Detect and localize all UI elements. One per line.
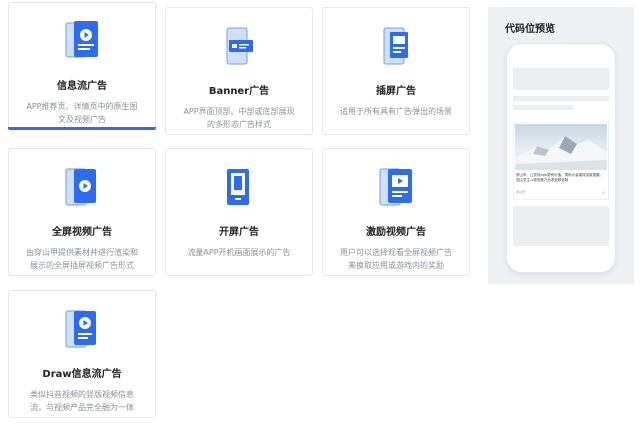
card-description: 用户可以选择观看全屏视频广告 来换取应用或游戏内的奖励 [340,248,452,270]
card-title: Draw信息流广告 [42,369,122,380]
phone-preview: 穿山甲，让变现app更有价值。携码计量增特加新更趣，回山意生-v提测推万此收费顾… [506,43,616,273]
phone-feed-video-icon [64,21,100,61]
phone-fullscreen-video-icon [64,167,100,207]
card-description: 由穿山甲提供素材并进行渲染和 展示的全屏插屏视频广告形式 [26,248,138,270]
card-title: Banner广告 [208,86,270,97]
selected-indicator [8,127,156,130]
card-description: 适用于所有具有广告弹出的场景 [340,107,452,116]
feed-ad-card[interactable]: 穿山甲，让变现app更有价值。携码计量增特加新更趣，回山意生-v提测推万此收费顾… [513,122,609,200]
ad-type-card-banner[interactable]: Banner广告 APP界面顶部、中部或底部展现 的多形态广告样式 [165,7,313,135]
ad-type-card-interstitial[interactable]: 插屏广告 适用于所有具有广告弹出的场景 [322,7,470,135]
ad-type-card-rewarded-video[interactable]: 激励视频广告 用户可以选择观看全屏视频广告 来换取应用或游戏内的奖励 [322,148,470,276]
ad-text: 穿山甲，让变现app更有价值。携码计量增特加新更趣，回山意生-v提测推万此收费顾… [516,173,604,182]
card-description: APP推荐页、详情页中的原生图 文及视频广告 [26,102,138,124]
ad-tag: 穿山甲 [516,190,526,194]
card-title: 开屏广告 [219,227,259,238]
ad-type-card-draw-feed[interactable]: Draw信息流广告 类似抖音视频的竖版视频信息 流，与视频产品完全融为一体 [8,290,156,418]
card-title: 信息流广告 [57,81,107,92]
code-slot-preview-panel: 代码位预览 穿山甲，让变现app更有价值。携码计量增特加新更趣，回山意生-v提测… [488,7,634,284]
ad-type-card-feed[interactable]: 信息流广告 APP推荐页、详情页中的原生图 文及视频广告 [8,2,156,130]
preview-title: 代码位预览 [505,24,555,35]
close-icon[interactable]: × [602,190,605,195]
card-description: APP界面顶部、中部或底部展现 的多形态广告样式 [183,107,295,129]
card-title: 全屏视频广告 [52,227,112,238]
phone-draw-feed-icon [64,309,100,349]
card-title: 插屏广告 [376,86,416,97]
placeholder-line [513,105,573,110]
card-title: 激励视频广告 [366,227,426,238]
placeholder-line [513,96,609,101]
ad-type-card-fullscreen-video[interactable]: 全屏视频广告 由穿山甲提供素材并进行渲染和 展示的全屏插屏视频广告形式 [8,148,156,276]
phone-banner-icon [221,26,257,66]
placeholder-block [513,206,609,246]
card-description: 流量APP开机画面展示的广告 [187,248,291,257]
card-description: 类似抖音视频的竖版视频信息 流，与视频产品完全融为一体 [30,390,134,412]
ad-type-card-splash[interactable]: 开屏广告 流量APP开机画面展示的广告 [165,148,313,276]
phone-rewarded-video-icon [378,167,414,207]
phone-interstitial-icon [378,26,414,66]
phone-splash-icon [221,167,257,207]
placeholder-block [513,68,609,90]
ad-image [515,124,607,170]
